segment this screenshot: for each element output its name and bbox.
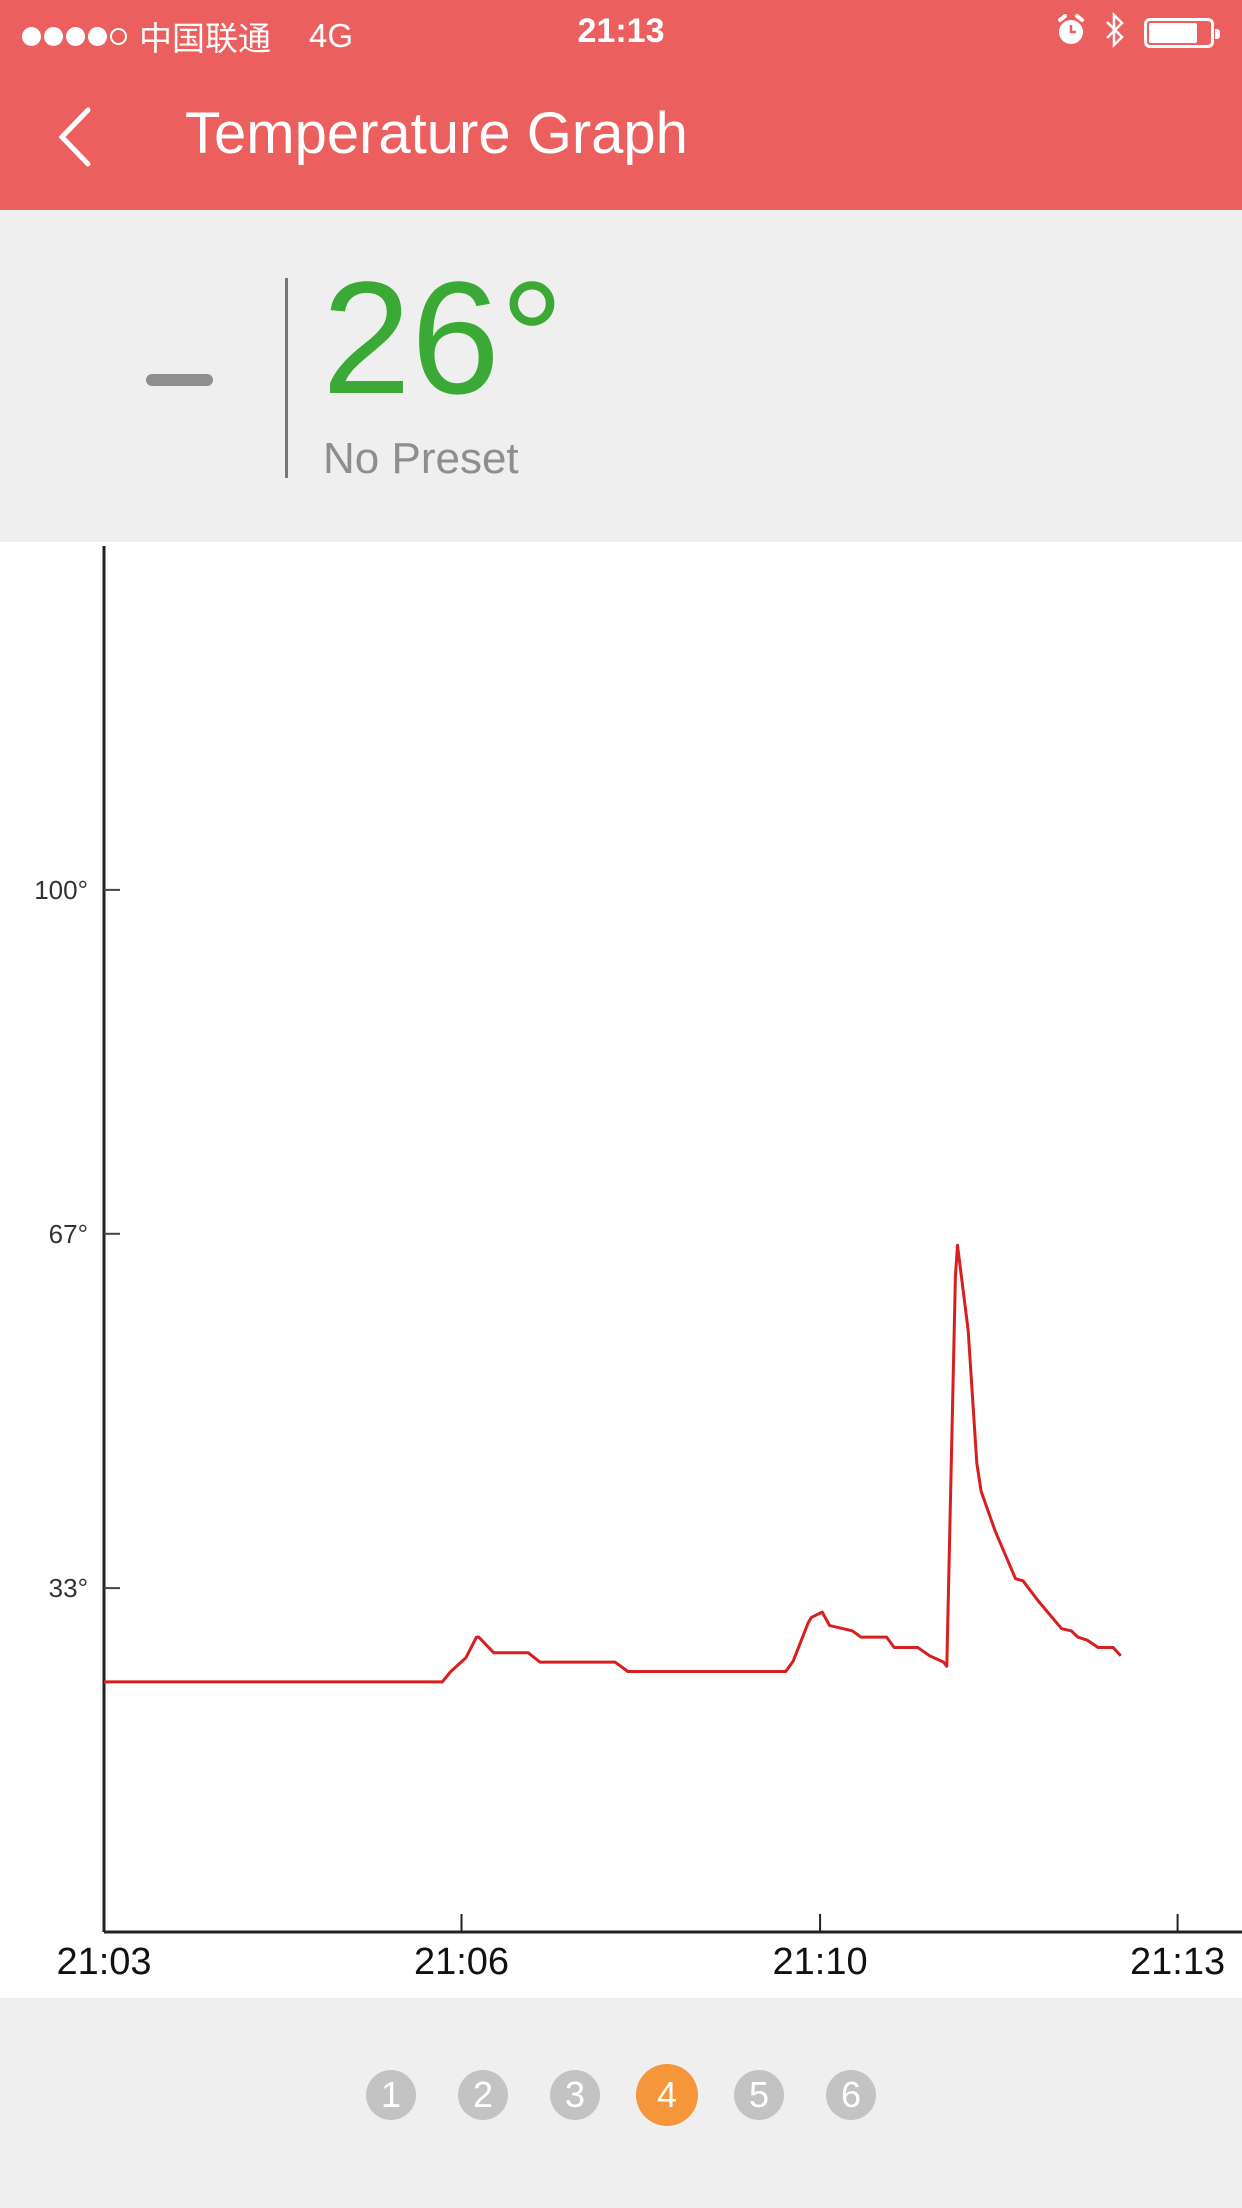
page-dot-4[interactable]: 4 bbox=[636, 2064, 698, 2126]
page-indicator: 123456 bbox=[0, 1998, 1242, 2208]
navigation-bar: Temperature Graph bbox=[0, 62, 1242, 210]
page-dot-1[interactable]: 1 bbox=[366, 2070, 416, 2120]
bluetooth-icon bbox=[1104, 11, 1126, 53]
back-button[interactable] bbox=[50, 102, 110, 172]
alarm-icon bbox=[1056, 14, 1086, 51]
temperature-line bbox=[104, 1243, 1122, 1684]
status-bar: 中国联通 4G 21:13 bbox=[0, 0, 1242, 62]
y-tick-label: 67° bbox=[49, 1219, 88, 1249]
temperature-reading-panel: – 26° No Preset bbox=[0, 210, 1242, 542]
x-tick-label: 21:10 bbox=[773, 1941, 868, 1983]
status-right bbox=[1056, 11, 1220, 53]
chart-svg: 33° 67° 100° 21:03 21:06 21:10 21:13 bbox=[34, 546, 1242, 1983]
battery-level bbox=[1149, 22, 1197, 43]
battery-icon bbox=[1144, 17, 1220, 48]
current-temperature: 26° bbox=[322, 248, 564, 427]
page-dot-6[interactable]: 6 bbox=[826, 2070, 876, 2120]
app-header: 中国联通 4G 21:13 Temperature Graph bbox=[0, 0, 1242, 210]
x-tick-label: 21:03 bbox=[56, 1941, 151, 1983]
page-title: Temperature Graph bbox=[185, 101, 688, 166]
page-dot-5[interactable]: 5 bbox=[734, 2070, 784, 2120]
page-dots: 123456 bbox=[0, 2064, 1242, 2126]
y-tick-label: 33° bbox=[49, 1573, 88, 1603]
battery-tip bbox=[1215, 28, 1220, 39]
page-dot-3[interactable]: 3 bbox=[550, 2070, 600, 2120]
x-tick-label: 21:06 bbox=[414, 1941, 509, 1983]
preset-label: No Preset bbox=[323, 434, 519, 483]
preset-target-dash bbox=[146, 374, 213, 386]
y-tick-label: 100° bbox=[34, 875, 88, 905]
temperature-chart: 33° 67° 100° 21:03 21:06 21:10 21:13 bbox=[0, 542, 1242, 1998]
divider bbox=[285, 278, 288, 478]
page-dot-2[interactable]: 2 bbox=[458, 2070, 508, 2120]
x-tick-label: 21:13 bbox=[1130, 1941, 1225, 1983]
chevron-left-icon bbox=[58, 107, 91, 167]
